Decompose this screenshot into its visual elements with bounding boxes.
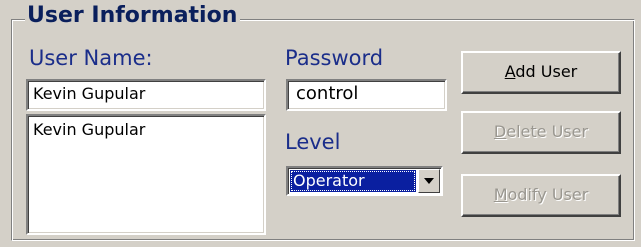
users-listbox[interactable]: Kevin Gupular (26, 114, 266, 235)
level-dropdown[interactable]: Operator (286, 166, 443, 196)
add-user-mnemonic: A (504, 62, 516, 81)
password-value: control (296, 83, 359, 104)
delete-user-mnemonic: D (493, 122, 507, 141)
level-selected-value: Operator (290, 170, 416, 192)
delete-user-button[interactable]: Delete User (461, 111, 621, 154)
dropdown-arrow-button[interactable] (418, 169, 440, 193)
password-label: Password (285, 46, 384, 70)
user-name-field[interactable]: Kevin Gupular (26, 79, 266, 111)
add-user-label: dd User (515, 62, 578, 81)
modify-user-button[interactable]: Modify User (461, 174, 621, 217)
group-title: User Information (25, 3, 241, 29)
user-name-label: User Name: (29, 46, 153, 70)
modify-user-label: odify User (507, 185, 589, 204)
modify-user-mnemonic: M (493, 185, 508, 204)
chevron-down-icon (424, 178, 434, 184)
level-label: Level (285, 130, 341, 154)
password-field[interactable]: control (286, 79, 447, 111)
delete-user-label: elete User (506, 122, 589, 141)
list-item[interactable]: Kevin Gupular (33, 120, 145, 140)
user-information-panel: User Information User Name: Kevin Gupula… (0, 0, 641, 247)
user-name-value: Kevin Gupular (33, 84, 146, 103)
add-user-button[interactable]: Add User (461, 51, 621, 94)
